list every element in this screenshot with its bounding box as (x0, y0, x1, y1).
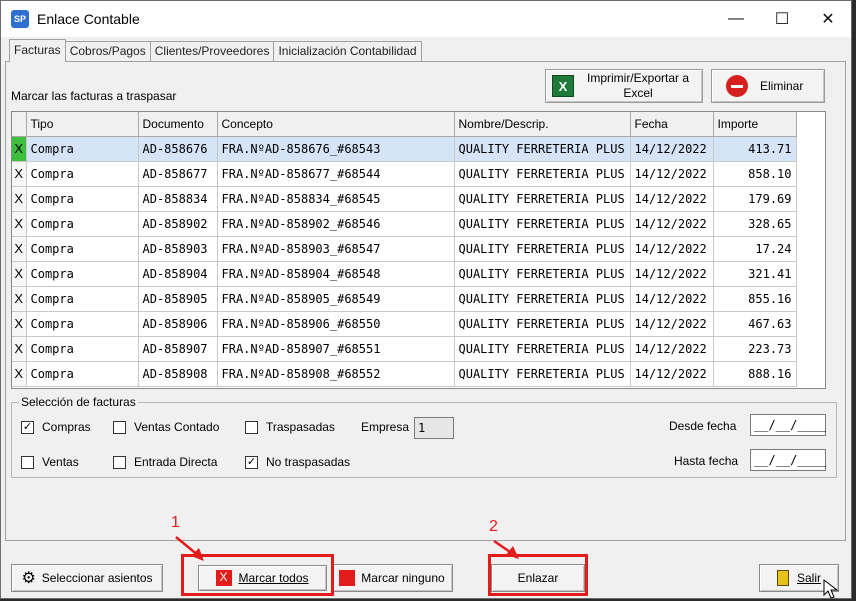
tab-facturas[interactable]: Facturas (9, 39, 66, 62)
annotation-arrows (175, 536, 519, 561)
mouse-cursor-icon (823, 579, 839, 599)
arrow-2-head (506, 546, 519, 559)
app-window: SP Enlace Contable — ☐ ✕ Facturas Cobros… (0, 0, 852, 599)
